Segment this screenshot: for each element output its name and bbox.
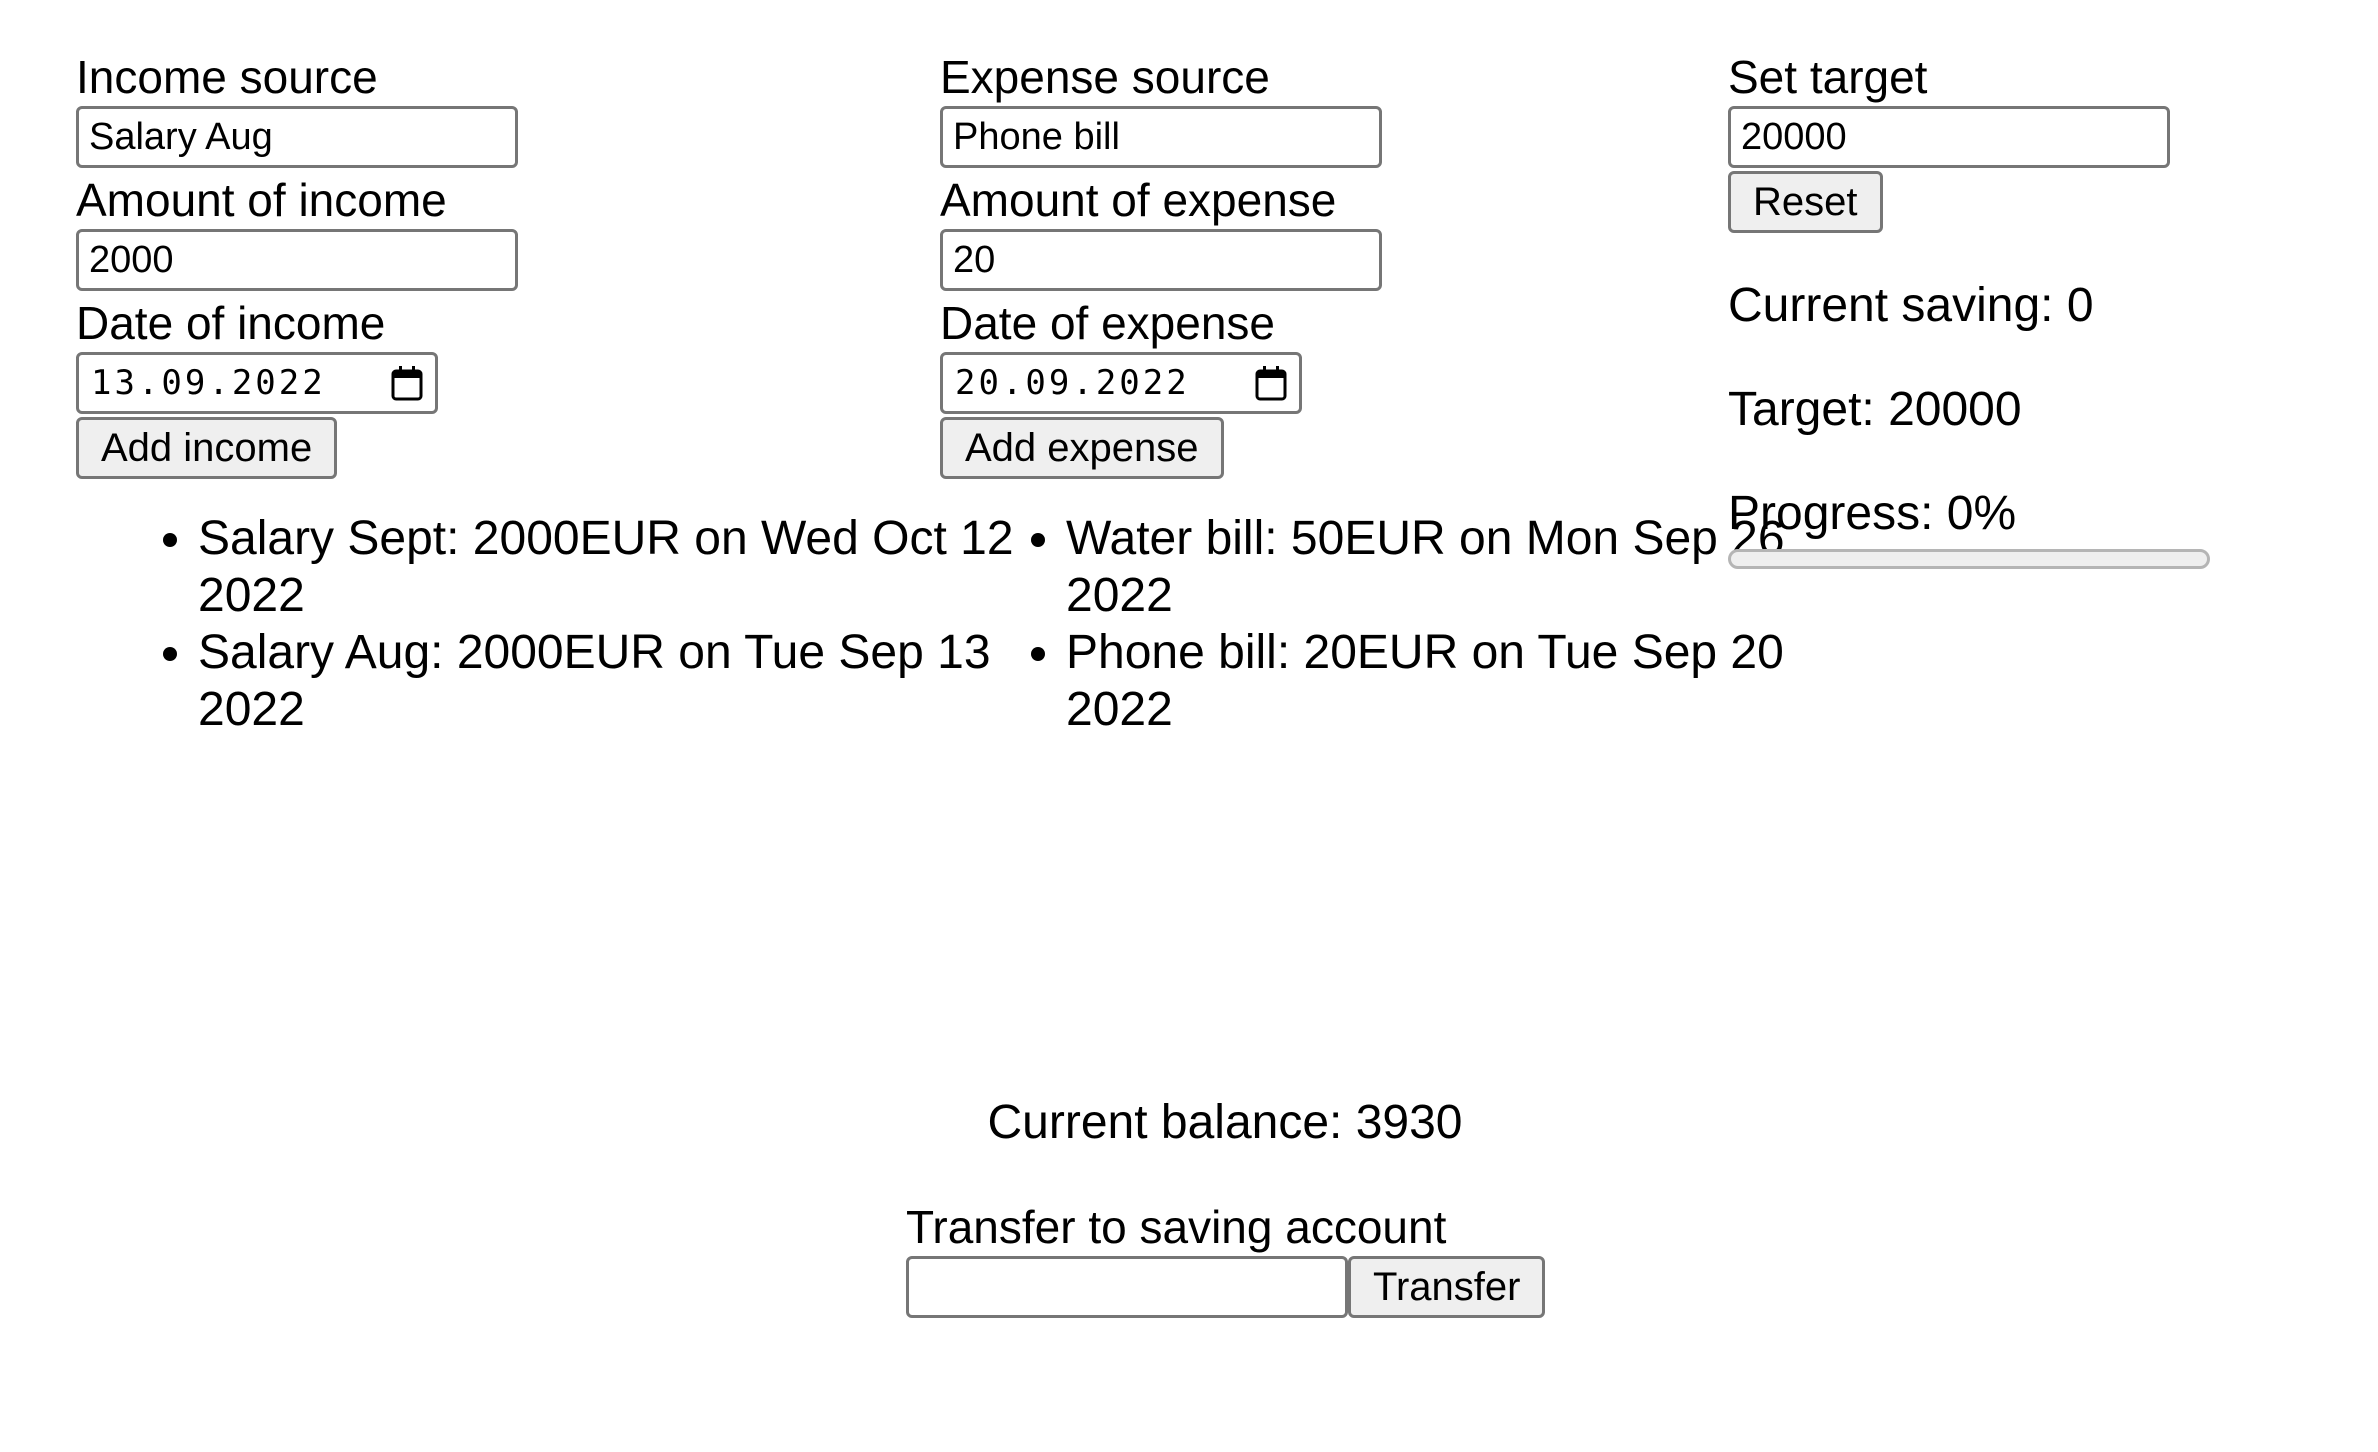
current-balance: Current balance: 3930	[987, 1096, 1463, 1149]
target-input[interactable]	[1728, 106, 2170, 168]
income-date-label: Date of income	[76, 297, 386, 349]
progress-bar	[1728, 549, 2210, 569]
target-text: Target: 20000	[1728, 383, 2022, 436]
income-source-input[interactable]	[76, 106, 518, 168]
calendar-icon[interactable]	[1255, 365, 1287, 401]
set-target-label: Set target	[1728, 51, 1928, 103]
income-date-value: 13.09.2022	[91, 363, 326, 403]
income-amount-label: Amount of income	[76, 174, 447, 226]
income-date-input[interactable]: 13.09.2022	[76, 352, 438, 414]
calendar-icon[interactable]	[391, 365, 423, 401]
expense-source-input[interactable]	[940, 106, 1382, 168]
income-form: Income source Amount of income Date of i…	[76, 48, 936, 479]
expense-date-value: 20.09.2022	[955, 363, 1190, 403]
expense-source-label: Expense source	[940, 51, 1270, 103]
income-source-label: Income source	[76, 51, 378, 103]
expense-amount-label: Amount of expense	[940, 174, 1337, 226]
current-saving-text: Current saving: 0	[1728, 279, 2094, 332]
list-item: Salary Sept: 2000EUR on Wed Oct 12 2022	[198, 510, 1058, 624]
add-expense-button[interactable]: Add expense	[940, 417, 1224, 479]
transfer-section: Transfer to saving account Transfer	[906, 1198, 1546, 1318]
progress-text: Progress: 0%	[1728, 487, 2017, 540]
expense-form: Expense source Amount of expense Date of…	[940, 48, 1720, 479]
income-amount-input[interactable]	[76, 229, 518, 291]
transfer-label: Transfer to saving account	[906, 1201, 1447, 1253]
expense-date-label: Date of expense	[940, 297, 1276, 349]
transfer-button[interactable]: Transfer	[1348, 1256, 1546, 1318]
reset-button[interactable]: Reset	[1728, 171, 1883, 233]
target-panel: Set target Reset Current saving: 0 Targe…	[1728, 48, 2348, 569]
transfer-amount-input[interactable]	[906, 1256, 1348, 1318]
expense-date-input[interactable]: 20.09.2022	[940, 352, 1302, 414]
list-item: Salary Aug: 2000EUR on Tue Sep 13 2022	[198, 624, 1058, 738]
list-item: Phone bill: 20EUR on Tue Sep 20 2022	[1066, 624, 1866, 738]
expense-amount-input[interactable]	[940, 229, 1382, 291]
income-list: Salary Sept: 2000EUR on Wed Oct 12 2022 …	[76, 510, 1058, 738]
add-income-button[interactable]: Add income	[76, 417, 338, 479]
